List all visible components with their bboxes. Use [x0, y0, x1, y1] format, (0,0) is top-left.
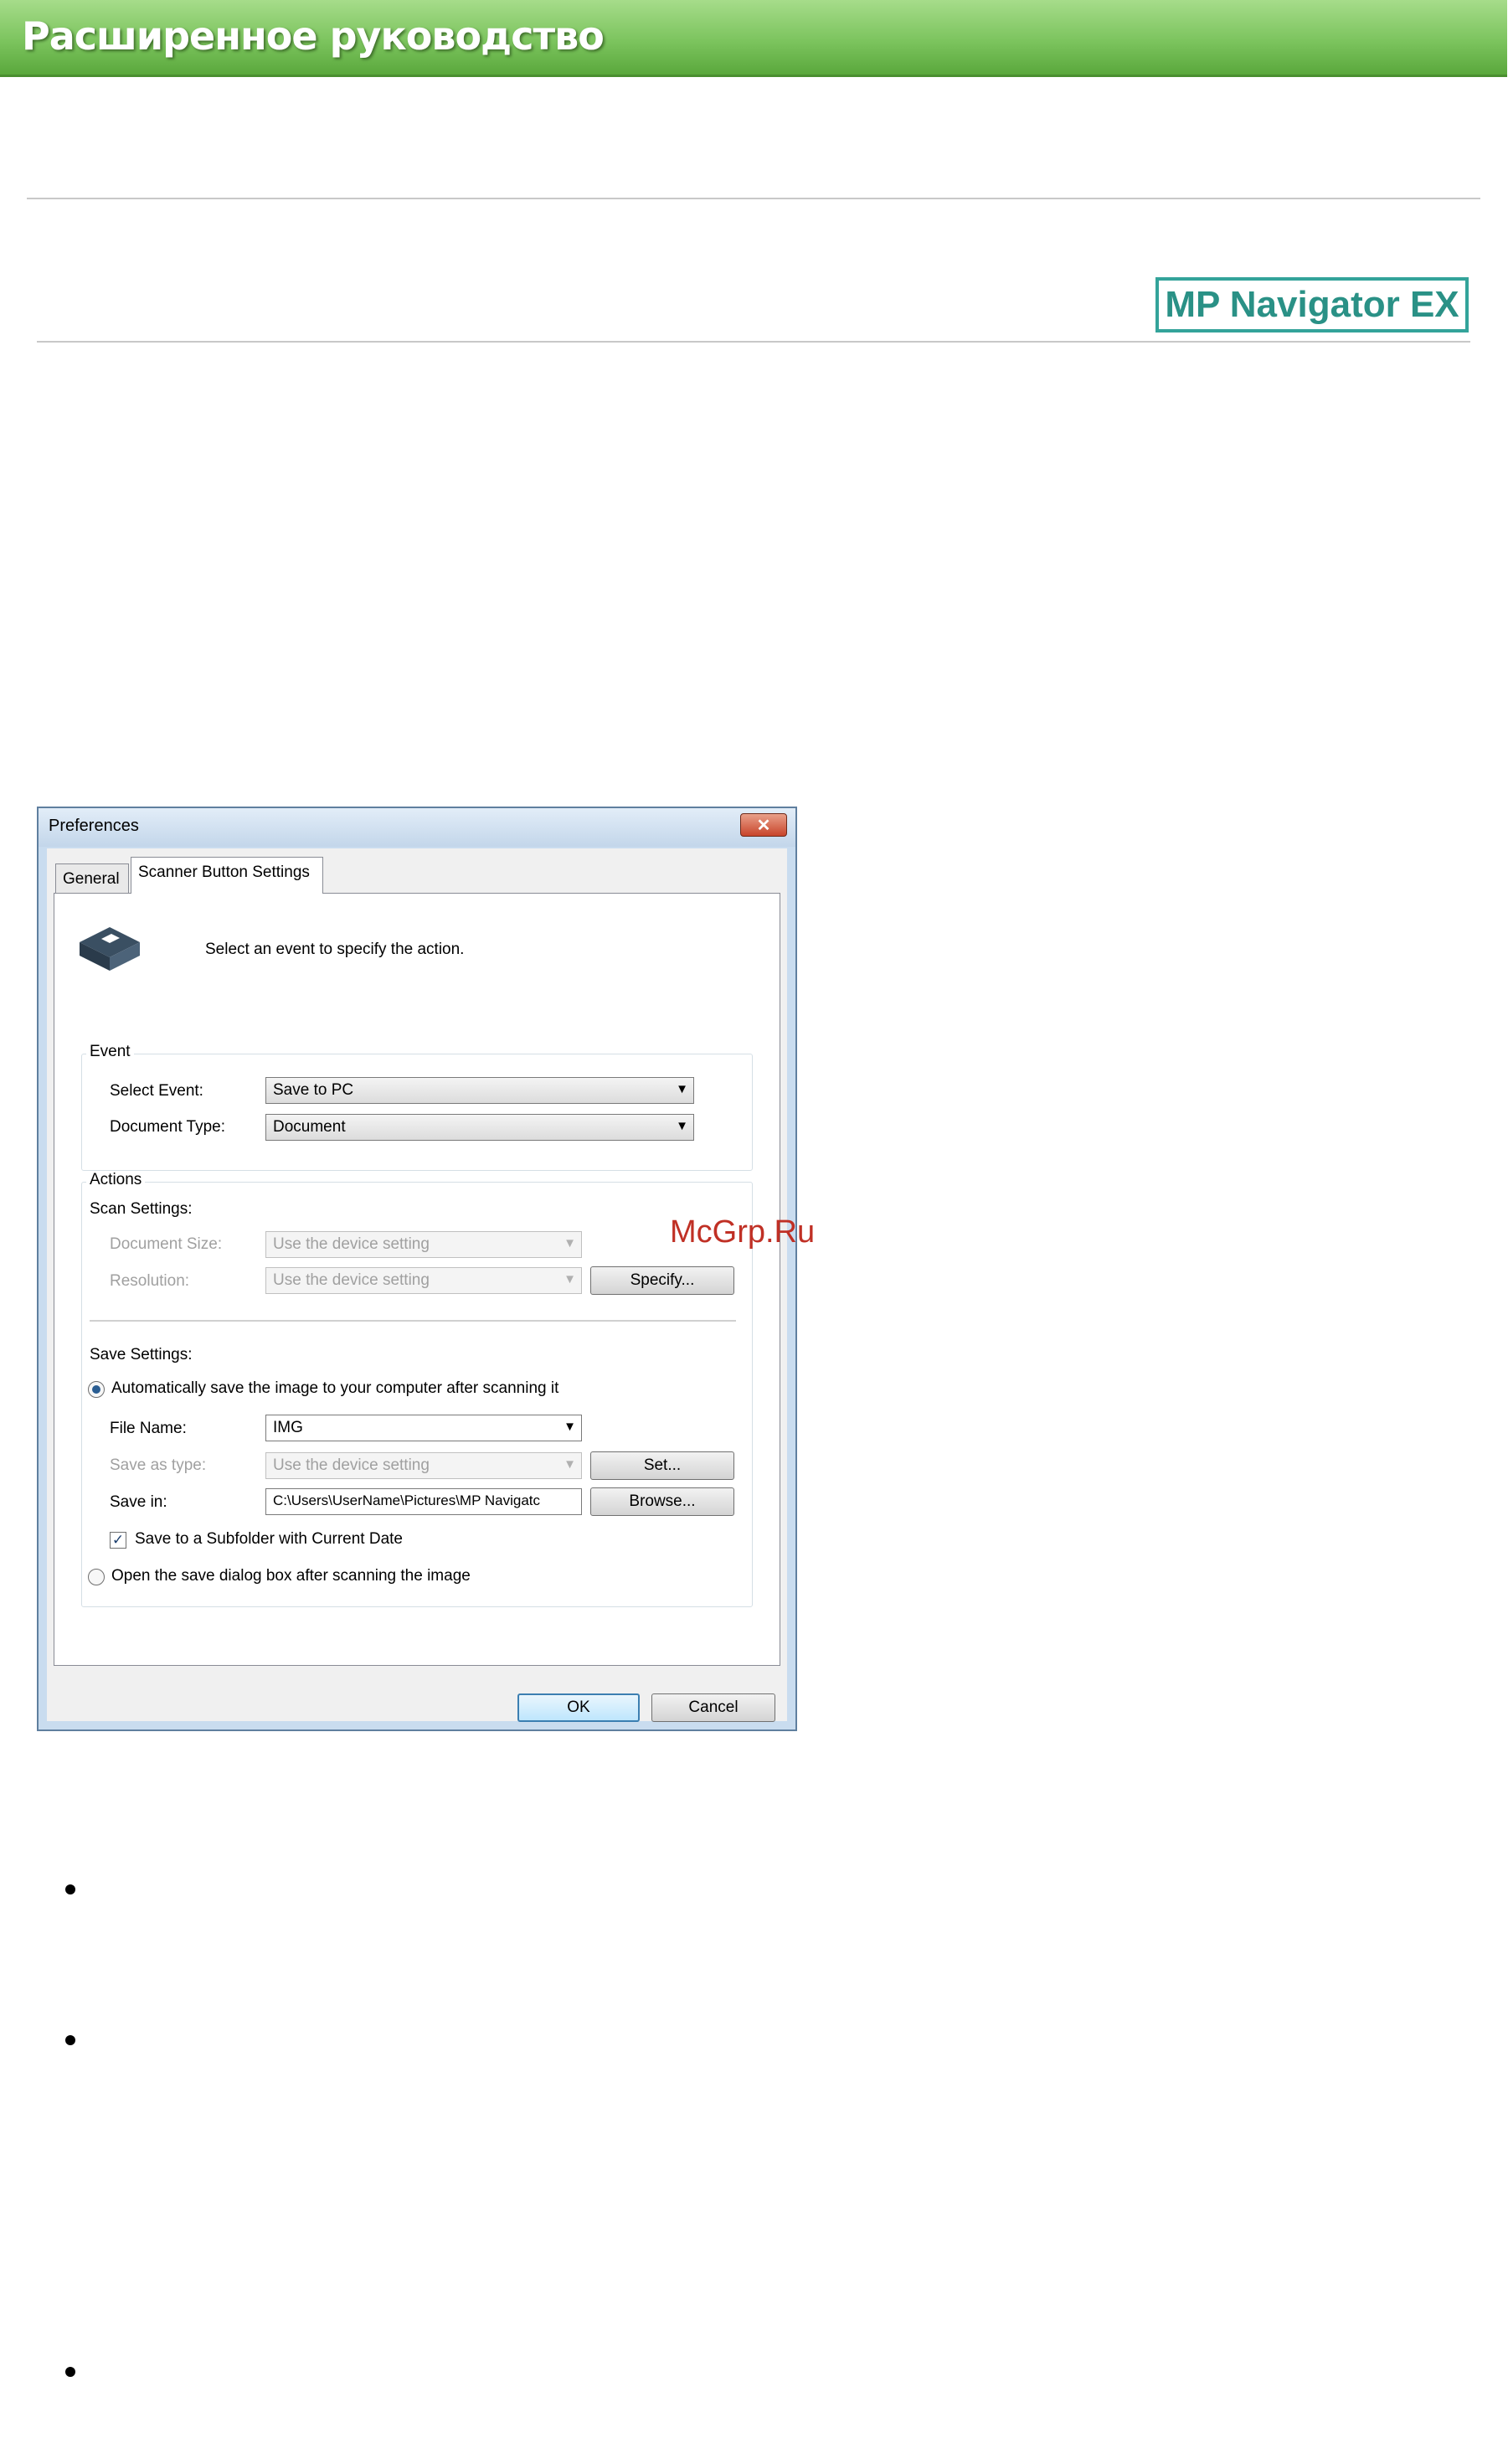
dialog-title: Preferences — [49, 817, 139, 835]
section-divider — [37, 341, 1470, 343]
resolution-value: Use the device setting — [273, 1271, 430, 1289]
bullet-point — [65, 1884, 75, 1894]
browse-button[interactable]: Browse... — [590, 1487, 734, 1516]
instruction-text: Select an event to specify the action. — [205, 941, 465, 958]
document-type-dropdown[interactable]: Document ▼ — [265, 1114, 694, 1141]
select-event-value: Save to PC — [273, 1081, 354, 1099]
scanner-icon — [80, 927, 140, 971]
save-as-type-dropdown[interactable]: Use the device setting ▼ — [265, 1452, 582, 1479]
file-name-value: IMG — [273, 1419, 303, 1436]
dialog-titlebar[interactable]: Preferences ✕ — [39, 808, 795, 847]
close-button[interactable]: ✕ — [740, 813, 787, 837]
save-settings-label: Save Settings: — [90, 1346, 193, 1363]
document-size-label: Document Size: — [110, 1235, 223, 1253]
chevron-down-icon: ▼ — [564, 1272, 576, 1286]
open-save-dialog-radio[interactable] — [88, 1569, 105, 1585]
mp-navigator-badge: MP Navigator EX — [1155, 277, 1469, 332]
specify-button[interactable]: Specify... — [590, 1266, 734, 1295]
header-title: Расширенное руководство — [22, 13, 605, 59]
document-size-dropdown[interactable]: Use the device setting ▼ — [265, 1231, 582, 1258]
actions-separator — [90, 1320, 736, 1322]
auto-save-label: Automatically save the image to your com… — [111, 1379, 559, 1397]
header-banner: Расширенное руководство — [0, 0, 1507, 77]
chevron-down-icon: ▼ — [564, 1457, 576, 1472]
close-icon: ✕ — [756, 816, 771, 835]
top-divider — [27, 198, 1480, 199]
save-as-type-value: Use the device setting — [273, 1456, 430, 1474]
select-event-label: Select Event: — [110, 1082, 203, 1100]
select-event-dropdown[interactable]: Save to PC ▼ — [265, 1077, 694, 1104]
actions-group-label: Actions — [86, 1171, 146, 1189]
subfolder-label: Save to a Subfolder with Current Date — [135, 1530, 404, 1548]
chevron-down-icon: ▼ — [676, 1082, 688, 1096]
file-name-label: File Name: — [110, 1420, 187, 1437]
tab-panel: Select an event to specify the action. E… — [54, 893, 780, 1666]
chevron-down-icon: ▼ — [564, 1236, 576, 1250]
resolution-dropdown[interactable]: Use the device setting ▼ — [265, 1267, 582, 1294]
open-save-dialog-label: Open the save dialog box after scanning … — [111, 1567, 471, 1585]
preferences-dialog: Preferences ✕ General Scanner Button Set… — [37, 807, 797, 1731]
scan-settings-label: Scan Settings: — [90, 1200, 193, 1218]
document-size-value: Use the device setting — [273, 1235, 430, 1253]
ok-button[interactable]: OK — [517, 1693, 640, 1722]
bullet-point — [65, 2035, 75, 2045]
document-type-value: Document — [273, 1118, 346, 1136]
cancel-button[interactable]: Cancel — [651, 1693, 775, 1722]
chevron-down-icon: ▼ — [676, 1119, 688, 1133]
save-as-type-label: Save as type: — [110, 1456, 207, 1474]
resolution-label: Resolution: — [110, 1272, 190, 1290]
event-group-label: Event — [86, 1043, 134, 1061]
subfolder-checkbox[interactable]: ✓ — [110, 1532, 126, 1549]
tab-general[interactable]: General — [55, 863, 129, 894]
dialog-client: General Scanner Button Settings Select a… — [47, 848, 787, 1722]
document-type-label: Document Type: — [110, 1118, 226, 1136]
bullet-point — [65, 2367, 75, 2377]
save-in-field[interactable]: C:\Users\UserName\Pictures\MP Navigatc — [265, 1488, 582, 1515]
file-name-combobox[interactable]: IMG ▼ — [265, 1415, 582, 1441]
event-group — [81, 1054, 753, 1171]
chevron-down-icon: ▼ — [564, 1420, 576, 1434]
tab-scanner-button-settings[interactable]: Scanner Button Settings — [131, 857, 323, 894]
watermark: McGrp.Ru — [670, 1214, 816, 1250]
auto-save-radio[interactable] — [88, 1381, 105, 1398]
set-button[interactable]: Set... — [590, 1451, 734, 1480]
save-in-label: Save in: — [110, 1493, 167, 1511]
